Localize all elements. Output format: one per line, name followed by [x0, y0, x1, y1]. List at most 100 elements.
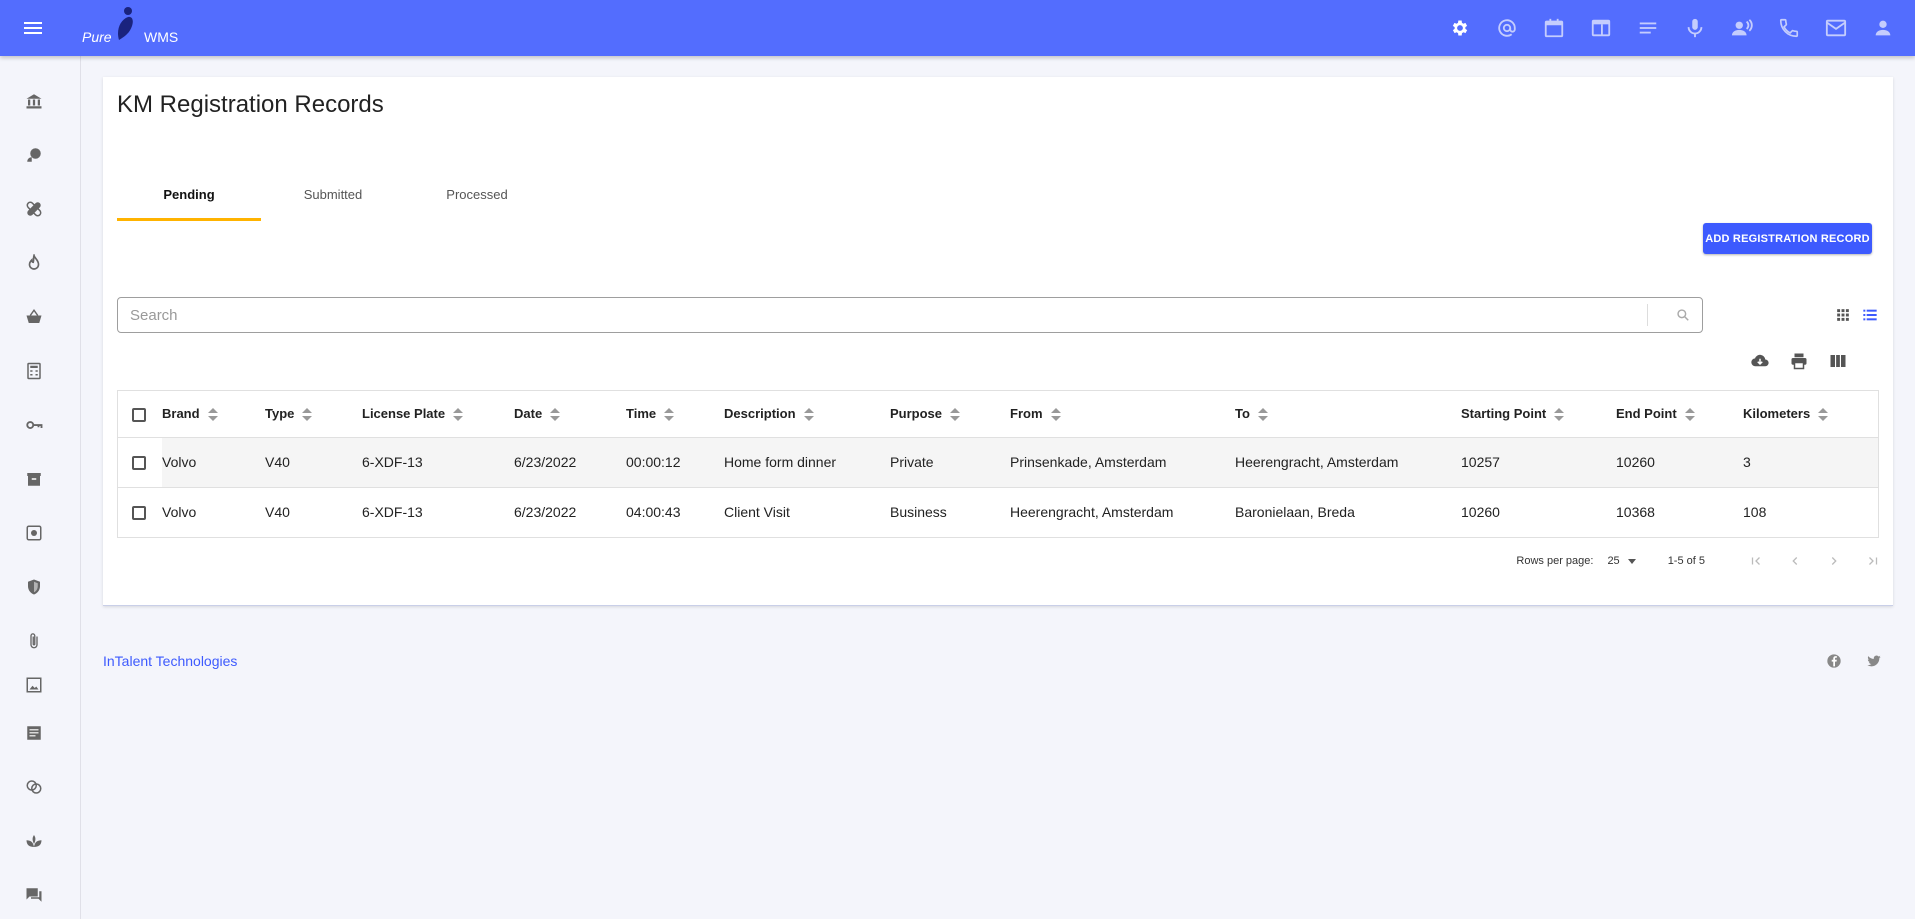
cell-purpose: Business — [890, 504, 947, 521]
sort-icon[interactable] — [803, 407, 814, 422]
company-link[interactable]: InTalent Technologies — [103, 653, 237, 669]
column-header-description[interactable]: Description — [724, 391, 890, 438]
cell-time: 04:00:43 — [626, 504, 681, 521]
cell-starting-point: 10260 — [1461, 504, 1500, 521]
last-page-icon[interactable] — [1861, 549, 1885, 573]
mic-icon[interactable] — [1681, 14, 1709, 42]
column-label: Description — [724, 405, 796, 421]
notes-icon[interactable] — [1634, 14, 1662, 42]
sort-icon[interactable] — [1050, 407, 1061, 422]
print-icon[interactable] — [1787, 349, 1811, 373]
column-label: Kilometers — [1743, 405, 1811, 421]
search-icon[interactable] — [1672, 304, 1694, 326]
calendar-icon[interactable] — [1540, 14, 1568, 42]
phone-icon[interactable] — [1775, 14, 1803, 42]
cloud-download-icon[interactable] — [1748, 349, 1772, 373]
mail-icon[interactable] — [1822, 14, 1850, 42]
column-header-license-plate[interactable]: License Plate — [362, 391, 514, 438]
cell-time: 00:00:12 — [626, 437, 724, 488]
column-header-to[interactable]: To — [1235, 391, 1461, 438]
column-header-brand[interactable]: Brand — [162, 391, 265, 438]
grid-view-icon[interactable] — [1831, 303, 1855, 327]
rows-per-page-select[interactable]: 25 — [1607, 555, 1636, 567]
table-row[interactable]: Volvo V40 6-XDF-13 6/23/2022 04:00:43 Cl… — [118, 487, 1878, 537]
search-box — [117, 297, 1703, 333]
cell-type: V40 — [265, 504, 290, 521]
pagination: Rows per page: 25 1-5 of 5 — [1516, 549, 1885, 573]
search-input[interactable] — [118, 298, 1646, 332]
sort-icon[interactable] — [1257, 407, 1268, 422]
basket-icon[interactable] — [22, 305, 46, 329]
facebook-icon[interactable] — [1824, 651, 1844, 671]
sort-icon[interactable] — [1818, 407, 1829, 422]
user-icon[interactable] — [1869, 14, 1897, 42]
chat-circles-icon[interactable] — [22, 775, 46, 799]
cell-starting-point: 10257 — [1461, 437, 1616, 488]
sort-icon[interactable] — [302, 407, 313, 422]
settings-icon[interactable] — [1446, 14, 1474, 42]
list-view-icon[interactable] — [1858, 303, 1882, 327]
archive-icon[interactable] — [22, 467, 46, 491]
menu-icon[interactable] — [21, 16, 45, 40]
add-registration-record-button[interactable]: ADD REGISTRATION RECORD — [1703, 223, 1872, 254]
column-label: Date — [514, 405, 543, 421]
column-header-starting-point[interactable]: Starting Point — [1461, 391, 1616, 438]
voice-icon[interactable] — [1728, 14, 1756, 42]
sort-icon[interactable] — [550, 407, 561, 422]
sort-icon[interactable] — [1554, 407, 1565, 422]
column-label: Time — [626, 405, 657, 421]
key-icon[interactable] — [22, 413, 46, 437]
row-checkbox[interactable] — [132, 506, 146, 521]
column-header-end-point[interactable]: End Point — [1616, 391, 1743, 438]
first-page-icon[interactable] — [1744, 549, 1768, 573]
column-label: License Plate — [362, 405, 446, 421]
spa-icon[interactable] — [22, 829, 46, 853]
attachment-icon[interactable] — [22, 629, 46, 653]
column-header-purpose[interactable]: Purpose — [890, 391, 1010, 438]
cell-kilometers: 108 — [1743, 504, 1767, 521]
sort-icon[interactable] — [1684, 407, 1695, 422]
columns-icon[interactable] — [1826, 349, 1850, 373]
table-header-row: Brand Type License Plate Date Time Descr… — [118, 391, 1878, 438]
cell-type: V40 — [265, 437, 362, 488]
palette-icon[interactable] — [22, 143, 46, 167]
flame-icon[interactable] — [22, 251, 46, 275]
cell-description: Home form dinner — [724, 437, 890, 488]
logo-mark-icon — [118, 7, 133, 40]
sort-icon[interactable] — [664, 407, 675, 422]
browser-icon[interactable] — [1587, 14, 1615, 42]
shield-icon[interactable] — [22, 575, 46, 599]
column-header-kilometers[interactable]: Kilometers — [1743, 391, 1878, 438]
bank-icon[interactable] — [22, 89, 46, 113]
twitter-icon[interactable] — [1864, 651, 1884, 671]
tab-submitted[interactable]: Submitted — [261, 173, 405, 221]
select-all-checkbox[interactable] — [132, 407, 146, 422]
column-header-type[interactable]: Type — [265, 391, 362, 438]
cell-end-point: 10368 — [1616, 504, 1655, 521]
document-icon[interactable] — [22, 721, 46, 745]
cell-purpose: Private — [890, 437, 1010, 488]
column-label: Starting Point — [1461, 405, 1547, 421]
header-actions — [1446, 14, 1897, 42]
tab-processed[interactable]: Processed — [405, 173, 549, 221]
currency-icon[interactable] — [22, 521, 46, 545]
previous-page-icon[interactable] — [1783, 549, 1807, 573]
top-app-bar: Pure WMS — [0, 0, 1915, 56]
sort-icon[interactable] — [950, 407, 961, 422]
tab-pending[interactable]: Pending — [117, 173, 261, 221]
next-page-icon[interactable] — [1822, 549, 1846, 573]
brand-pure-text: Pure — [82, 29, 112, 45]
sort-icon[interactable] — [207, 407, 218, 422]
column-header-from[interactable]: From — [1010, 391, 1235, 438]
table-row[interactable]: Volvo V40 6-XDF-13 6/23/2022 00:00:12 Ho… — [118, 437, 1878, 488]
row-checkbox[interactable] — [132, 456, 146, 471]
cell-from: Heerengracht, Amsterdam — [1010, 504, 1174, 521]
calculator-icon[interactable] — [22, 359, 46, 383]
forum-icon[interactable] — [22, 883, 46, 907]
at-icon[interactable] — [1493, 14, 1521, 42]
healing-icon[interactable] — [22, 197, 46, 221]
column-header-time[interactable]: Time — [626, 391, 724, 438]
image-frame-icon[interactable] — [22, 673, 46, 697]
column-header-date[interactable]: Date — [514, 391, 626, 438]
sort-icon[interactable] — [453, 407, 464, 422]
